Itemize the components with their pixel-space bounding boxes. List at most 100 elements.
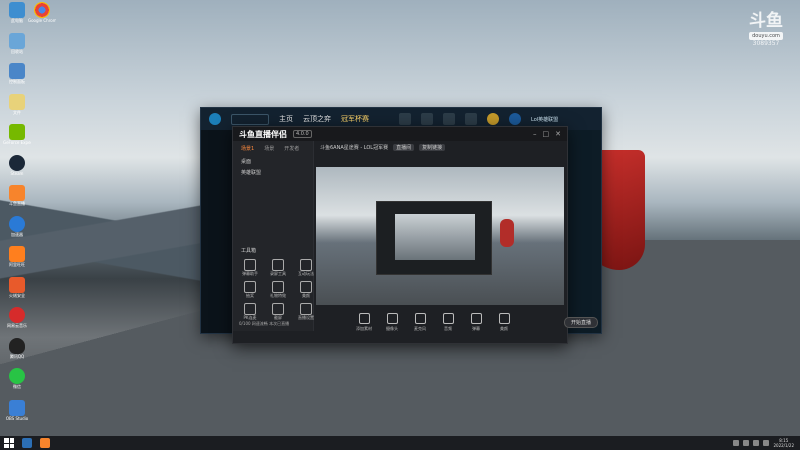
screenshot-icon: [272, 303, 284, 315]
microphone-icon: [414, 313, 426, 324]
desktop-icon-music[interactable]: 网易云音乐: [3, 307, 31, 328]
tray-icon[interactable]: [733, 440, 740, 446]
interact-icon: [300, 259, 312, 271]
desktop-icon-control-panel[interactable]: 控制面板: [3, 63, 31, 84]
control-audio[interactable]: 音频: [438, 311, 458, 332]
file-icon: [9, 94, 25, 110]
network-icon[interactable]: [743, 440, 750, 446]
desktop-icon-recycle[interactable]: 回收站: [3, 33, 31, 54]
camera-icon: [386, 313, 398, 324]
tool-lottery[interactable]: 抽奖: [239, 281, 261, 299]
desktop-icon-security[interactable]: 火绒安全: [3, 277, 31, 298]
tab-developer[interactable]: 开发者: [284, 145, 299, 152]
settings-icon: [300, 303, 312, 315]
close-icon[interactable]: ✕: [555, 130, 561, 138]
chrome-icon: [34, 2, 50, 18]
maximize-icon[interactable]: □: [543, 130, 550, 138]
control-add-source[interactable]: 添加素材: [354, 311, 374, 332]
room-badge: 直播间: [393, 143, 415, 151]
game-nav-home[interactable]: 主页: [279, 114, 293, 124]
game-nav-tft[interactable]: 云顶之弈: [303, 114, 331, 124]
copy-link-button[interactable]: 复制链接: [419, 143, 446, 151]
danmu-icon: [244, 259, 256, 271]
desktop-icon-accelerator[interactable]: 加速器: [3, 216, 31, 237]
clock-date: 2022/1/22: [773, 443, 794, 448]
loot-icon[interactable]: [465, 113, 477, 125]
douyu-icon: [9, 185, 25, 201]
preview-car: [500, 219, 514, 247]
desktop-icon-computer[interactable]: 此电脑: [3, 2, 31, 23]
danmu-control-icon: [470, 313, 482, 324]
douyu-watermark: 斗鱼 douyu.com 3089357: [746, 12, 786, 47]
gift-icon: [272, 281, 284, 293]
taskbar: 8:15 2022/1/22: [0, 436, 800, 450]
tool-gift-effect[interactable]: 礼物特效: [267, 281, 289, 299]
minimize-icon[interactable]: –: [533, 130, 537, 138]
app-titlebar: 斗鱼直播伴侣 4.0.0 – □ ✕: [233, 127, 567, 141]
desktop-icon-chrome[interactable]: Google Chrome: [28, 2, 56, 23]
desktop-icon-wangwang[interactable]: 阿里旺旺: [3, 246, 31, 267]
tool-danmu[interactable]: 弹幕助手: [239, 259, 261, 277]
desktop-icon-geforce[interactable]: GeForce Experience: [3, 124, 31, 145]
game-username: Lol英雄联盟: [531, 116, 559, 123]
ime-icon[interactable]: [763, 440, 770, 446]
tool-pk[interactable]: PK连麦: [239, 303, 261, 321]
game-nav-cup[interactable]: 冠军杯赛: [341, 114, 369, 124]
control-danmu[interactable]: 弹幕: [466, 311, 486, 332]
app-left-panel: 场景1 场景 开发者 桌面 英雄联盟 工具箱 弹幕助手 录屏工具 互动玩法 抽奖…: [233, 141, 314, 331]
windows-start-icon[interactable]: [4, 438, 14, 448]
watermark-room: 3089357: [752, 40, 780, 47]
stream-preview[interactable]: [316, 167, 564, 305]
tab-scene[interactable]: 场景: [264, 145, 274, 152]
rank-badge-icon[interactable]: [509, 113, 521, 125]
tab-scene1[interactable]: 场景1: [241, 145, 254, 152]
taskbar-clock[interactable]: 8:15 2022/1/22: [773, 438, 794, 448]
start-live-button[interactable]: 开始直播: [563, 317, 598, 328]
desktop-icon-obs[interactable]: OBS Studio: [3, 400, 31, 421]
desktop-icon-qq[interactable]: 腾讯QQ: [3, 338, 31, 359]
volume-icon[interactable]: [753, 440, 760, 446]
tool-record[interactable]: 录屏工具: [267, 259, 289, 277]
store-icon[interactable]: [421, 113, 433, 125]
tools-grid: 弹幕助手 录屏工具 互动玩法 抽奖 礼物特效 美颜 PK连麦 截屏 直播设置: [239, 259, 317, 321]
app-brand: 斗鱼直播伴侣: [239, 129, 287, 139]
lottery-icon: [244, 281, 256, 293]
lol-logo-icon: [209, 113, 221, 125]
obs-icon: [9, 400, 25, 416]
preview-nested-window: [376, 201, 492, 275]
control-camera[interactable]: 摄像头: [382, 311, 402, 332]
app-status-text: 0/100 网速流畅 本次已直播: [239, 321, 290, 326]
computer-icon: [9, 2, 25, 18]
profile-icon[interactable]: [399, 113, 411, 125]
stream-app-window[interactable]: 斗鱼直播伴侣 4.0.0 – □ ✕ 场景1 场景 开发者 桌面 英雄联盟 工具…: [232, 126, 598, 344]
desktop-icon-file[interactable]: 文件: [3, 94, 31, 115]
watermark-tag: douyu.com: [749, 32, 783, 40]
tools-heading: 工具箱: [241, 248, 257, 254]
desktop-icon-steam[interactable]: Steam: [3, 155, 31, 176]
room-title: 斗鱼6ANA星途赛 - LOL冠军赛: [320, 144, 389, 151]
scene-item-desktop[interactable]: 桌面: [233, 156, 313, 167]
beauty-icon: [300, 281, 312, 293]
recycle-bin-icon: [9, 33, 25, 49]
system-tray: 8:15 2022/1/22: [733, 438, 800, 448]
taskbar-app-icon[interactable]: [22, 438, 32, 448]
preview-nested-image: [395, 214, 475, 260]
app-version-badge: 4.0.0: [293, 130, 312, 138]
steam-icon: [9, 155, 25, 171]
desktop-icon-wechat[interactable]: 微信: [3, 368, 31, 389]
game-friends-panel: [565, 130, 601, 333]
tool-screenshot[interactable]: 截屏: [267, 303, 289, 321]
control-beauty[interactable]: 美颜: [494, 311, 514, 332]
collection-icon[interactable]: [443, 113, 455, 125]
taskbar-douyu-icon[interactable]: [40, 438, 50, 448]
music-icon: [9, 307, 25, 323]
watermark-logo: 斗鱼: [749, 11, 783, 31]
desktop-icon-douyu[interactable]: 斗鱼直播: [3, 185, 31, 206]
pk-icon: [244, 303, 256, 315]
wangwang-icon: [9, 246, 25, 262]
audio-icon: [442, 313, 454, 324]
game-search-input[interactable]: [231, 113, 269, 125]
currency-icon[interactable]: [487, 113, 499, 125]
scene-item-lol[interactable]: 英雄联盟: [233, 167, 313, 178]
control-mic[interactable]: 麦克风: [410, 311, 430, 332]
